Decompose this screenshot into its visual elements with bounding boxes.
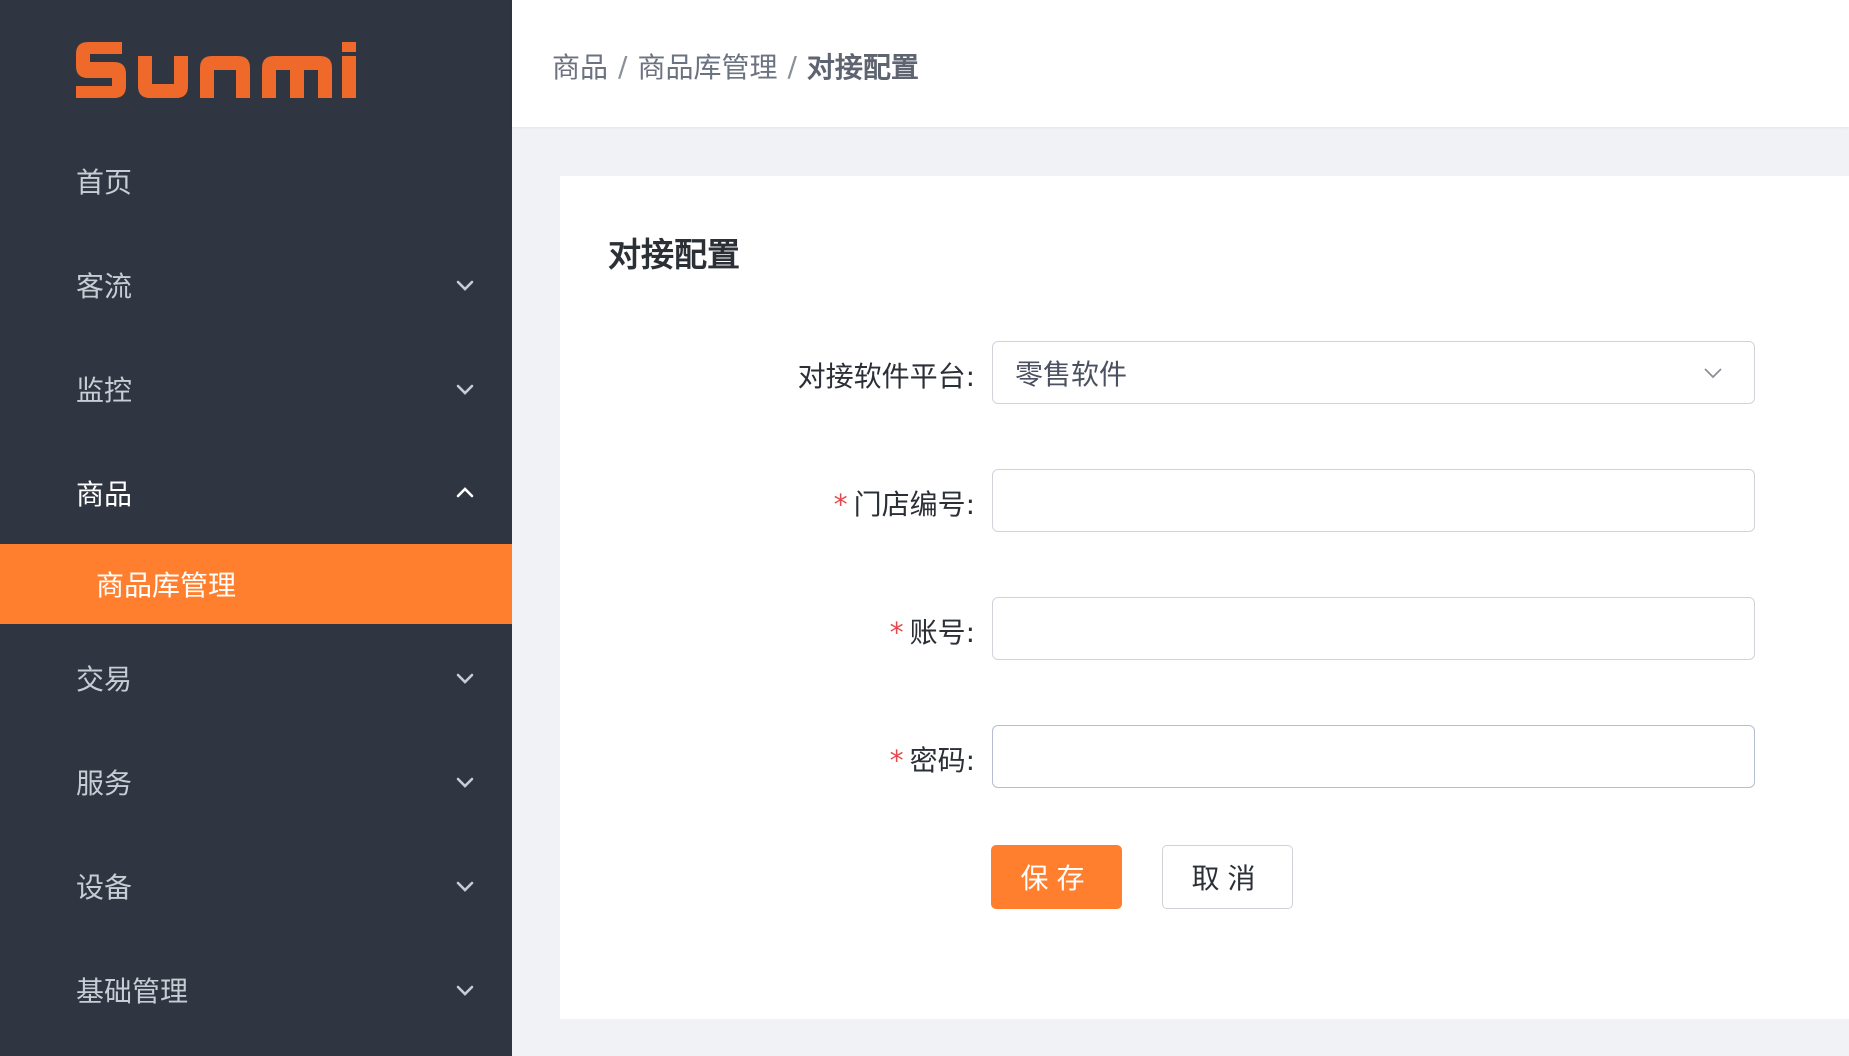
password-input[interactable] <box>992 725 1755 788</box>
sidebar: 首页 客流 监控 商品 商品库管理 交易 服务 设备 基础管理 <box>0 0 512 1056</box>
sidebar-item-monitor[interactable]: 监控 <box>0 349 512 429</box>
save-button[interactable]: 保存 <box>991 845 1122 909</box>
password-label-text: 密码: <box>909 744 975 777</box>
platform-select-value: 零售软件 <box>1015 357 1128 391</box>
platform-select[interactable]: 零售软件 <box>992 341 1755 404</box>
sidebar-item-traffic[interactable]: 客流 <box>0 245 512 325</box>
sidebar-subitem-product-library[interactable]: 商品库管理 <box>0 544 512 624</box>
sidebar-item-transactions[interactable]: 交易 <box>0 638 512 718</box>
chevron-up-icon <box>456 487 474 498</box>
chevron-down-icon <box>456 777 474 788</box>
sunmi-logo <box>76 42 356 98</box>
store-no-input[interactable] <box>992 469 1755 532</box>
sidebar-subitem-label: 商品库管理 <box>96 569 237 602</box>
required-mark: * <box>889 744 904 777</box>
breadcrumb-item-product-library[interactable]: 商品库管理 <box>637 46 777 86</box>
account-label: * 账号: <box>715 611 975 651</box>
platform-label: 对接软件平台: <box>715 355 975 395</box>
breadcrumb-item-products[interactable]: 商品 <box>552 46 608 86</box>
account-input[interactable] <box>992 597 1755 660</box>
required-mark: * <box>889 616 904 649</box>
password-label: * 密码: <box>715 739 975 779</box>
breadcrumb-separator: / <box>787 49 797 83</box>
sidebar-item-label: 首页 <box>76 166 133 199</box>
sidebar-item-label: 设备 <box>76 871 133 904</box>
store-no-label: * 门店编号: <box>715 483 975 523</box>
required-mark: * <box>833 488 848 521</box>
breadcrumb-current: 对接配置 <box>806 51 919 84</box>
chevron-down-icon <box>456 985 474 996</box>
chevron-down-icon <box>1704 368 1722 379</box>
app-root: 首页 客流 监控 商品 商品库管理 交易 服务 设备 基础管理 商品 / 商品库… <box>0 0 1849 1056</box>
sidebar-item-devices[interactable]: 设备 <box>0 846 512 926</box>
store-no-label-text: 门店编号: <box>853 488 975 521</box>
breadcrumb: 商品 / 商品库管理 / 对接配置 <box>552 46 919 86</box>
cancel-button[interactable]: 取消 <box>1162 845 1293 909</box>
sidebar-item-label: 监控 <box>76 374 133 407</box>
platform-label-text: 对接软件平台: <box>797 360 975 393</box>
sidebar-item-basic-management[interactable]: 基础管理 <box>0 950 512 1030</box>
page-title: 对接配置 <box>608 235 740 274</box>
sidebar-item-label: 商品 <box>76 478 133 511</box>
breadcrumb-separator: / <box>618 49 628 83</box>
chevron-down-icon <box>456 881 474 892</box>
top-header: 商品 / 商品库管理 / 对接配置 <box>512 0 1849 127</box>
sidebar-item-label: 服务 <box>76 767 133 800</box>
chevron-down-icon <box>456 280 474 291</box>
sidebar-item-label: 客流 <box>76 270 133 303</box>
sidebar-item-label: 交易 <box>76 663 133 696</box>
chevron-down-icon <box>456 384 474 395</box>
account-label-text: 账号: <box>909 616 975 649</box>
sidebar-item-label: 基础管理 <box>76 975 189 1008</box>
chevron-down-icon <box>456 673 474 684</box>
sidebar-item-services[interactable]: 服务 <box>0 742 512 822</box>
sidebar-item-products[interactable]: 商品 <box>0 453 512 533</box>
sidebar-item-home[interactable]: 首页 <box>0 141 512 221</box>
